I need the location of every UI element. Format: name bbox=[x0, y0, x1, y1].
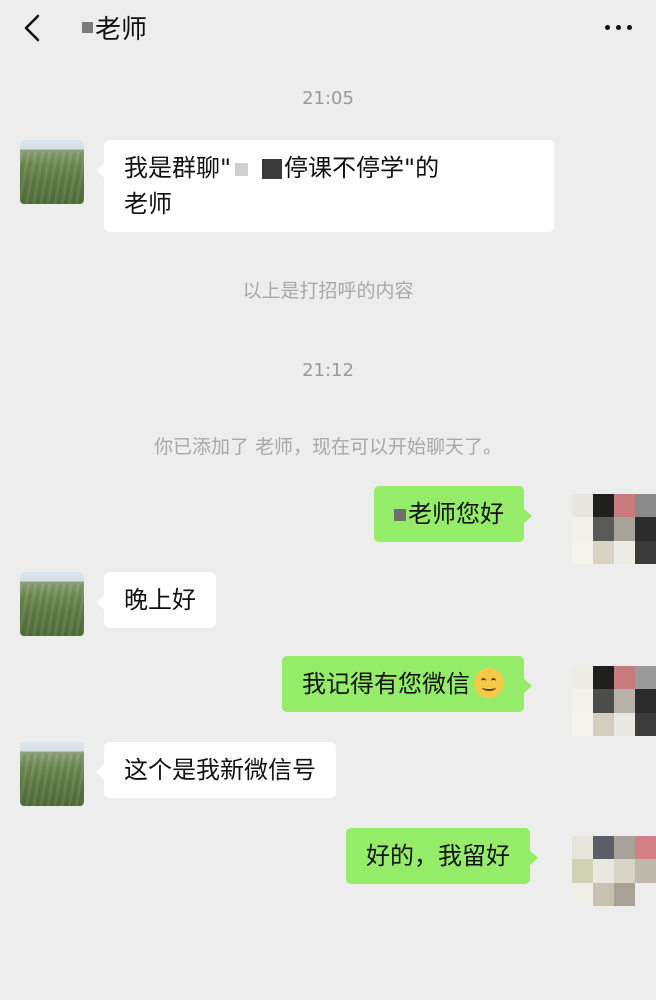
message-bubble-incoming[interactable]: 这个是我新微信号 bbox=[96, 742, 336, 798]
redaction-mark bbox=[235, 162, 249, 176]
chevron-left-icon bbox=[24, 14, 40, 42]
system-note: 以上是打招呼的内容 bbox=[242, 280, 414, 302]
my-avatar[interactable] bbox=[572, 666, 656, 736]
system-note: 你已添加了 老师，现在可以开始聊天了。 bbox=[153, 436, 503, 458]
chat-title: 老师 bbox=[82, 9, 147, 45]
message-text: 好的，我留好 bbox=[366, 842, 510, 870]
message-text: 我记得有您微信 bbox=[302, 670, 470, 698]
contact-avatar[interactable] bbox=[20, 572, 84, 636]
redaction-mark bbox=[262, 159, 283, 179]
chat-header: 老师 bbox=[0, 0, 656, 56]
timestamp: 21:12 bbox=[302, 360, 354, 381]
message-bubble-outgoing[interactable]: 老师您好 bbox=[374, 486, 532, 542]
message-text: 老师您好 bbox=[408, 500, 504, 528]
smile-emoji-icon bbox=[474, 668, 504, 698]
back-button[interactable] bbox=[14, 8, 50, 48]
my-avatar[interactable] bbox=[572, 494, 656, 564]
message-bubble-incoming[interactable]: 晚上好 bbox=[96, 572, 216, 628]
message-bubble-outgoing[interactable]: 好的，我留好 bbox=[346, 828, 538, 884]
more-dots-icon bbox=[604, 24, 610, 30]
contact-avatar[interactable] bbox=[20, 742, 84, 806]
message-text: 这个是我新微信号 bbox=[124, 756, 316, 784]
message-text: 老师 bbox=[124, 190, 172, 218]
my-avatar[interactable] bbox=[572, 836, 656, 906]
more-options-button[interactable] bbox=[598, 12, 638, 42]
message-text: 停课不停学"的 bbox=[284, 154, 440, 182]
message-bubble-incoming[interactable]: 我是群聊" 停课不停学"的 老师 bbox=[96, 140, 554, 232]
message-bubble-outgoing[interactable]: 我记得有您微信 bbox=[282, 656, 532, 712]
message-text: 我是群聊" bbox=[124, 154, 232, 182]
redaction-mark bbox=[82, 21, 93, 33]
message-text: 晚上好 bbox=[124, 586, 196, 614]
contact-name: 老师 bbox=[95, 14, 148, 45]
timestamp: 21:05 bbox=[302, 88, 354, 109]
contact-avatar[interactable] bbox=[20, 140, 84, 204]
redaction-mark bbox=[394, 509, 406, 521]
